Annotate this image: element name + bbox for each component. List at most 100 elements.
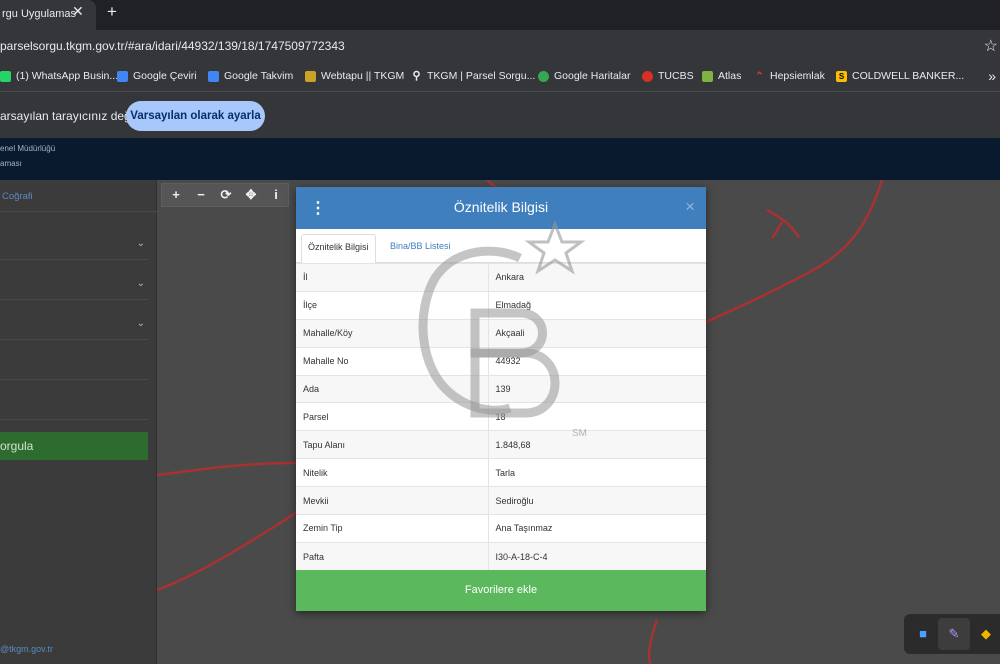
bookmarks-more-icon[interactable]: » (988, 68, 996, 84)
attribute-key: Mahalle No (296, 346, 489, 376)
pen-icon[interactable]: ✎ (944, 624, 964, 644)
bookmark-google-calendar[interactable]: Google Takvim (208, 70, 293, 82)
tab-title: rgu Uygulamas (2, 8, 76, 20)
header-line-1: enel Müdürlüğü (0, 144, 56, 153)
attribute-key: Mahalle/Köy (296, 318, 489, 348)
table-row: Pafta I30-A-18-C-4 (296, 541, 706, 570)
address-bar: parselsorgu.tkgm.gov.tr/#ara/idari/44932… (0, 30, 1000, 64)
google-translate-icon (117, 70, 128, 82)
google-calendar-icon (208, 70, 219, 82)
tray-app-icon[interactable]: ■ (913, 624, 933, 644)
refresh-icon[interactable]: ⟳ (218, 187, 234, 203)
google-maps-icon (538, 70, 549, 82)
bookmark-tkgm-parsel[interactable]: ⚲ TKGM | Parsel Sorgu... (411, 70, 535, 82)
road-line (647, 619, 659, 664)
table-row: Parsel 18 (296, 402, 706, 431)
attribute-key: Tapu Alanı (296, 430, 489, 459)
infobar-message: arsayılan tarayıcınız değil (0, 109, 137, 123)
hepsiemlak-icon: ⌃ (755, 70, 764, 82)
table-row: İl Ankara (296, 263, 706, 292)
attribute-key: Zemin Tip (296, 514, 489, 543)
header-line-2: aması (0, 159, 22, 168)
close-icon[interactable]: × (685, 197, 695, 217)
district-select[interactable]: ⌄ (0, 272, 148, 300)
table-row: Mahalle No 44932 (296, 346, 706, 376)
footer-email: @tkgm.gov.tr (0, 644, 53, 654)
chevron-down-icon: ⌄ (136, 238, 145, 249)
road-line (766, 208, 801, 239)
location-pin-icon: ⚲ (412, 69, 421, 82)
zoom-in-icon[interactable]: + (168, 187, 184, 202)
map-toolbar: + − ⟳ ✥ i (161, 183, 289, 207)
attribute-table-container[interactable]: İl Ankara İlçe Elmadağ Mahalle/Köy Akçaali … (296, 263, 706, 570)
attribute-key: Ada (296, 374, 489, 403)
attribute-key: Nitelik (296, 458, 489, 487)
locate-icon[interactable]: ✥ (243, 187, 259, 203)
attribute-value: 139 (488, 374, 706, 403)
tab-close-icon[interactable]: ✕ (72, 3, 84, 20)
default-browser-infobar: arsayılan tarayıcınız değil Varsayılan o… (0, 92, 1000, 138)
table-row: İlçe Elmadağ (296, 290, 706, 320)
attribute-key: Pafta (296, 541, 489, 570)
bookmark-google-translate[interactable]: Google Çeviri (117, 70, 197, 82)
attribute-key: Mevkii (296, 486, 489, 515)
table-row: Nitelik Tarla (296, 458, 706, 487)
tucbs-icon (642, 70, 653, 82)
attribute-key: İl (296, 263, 489, 292)
dialog-tabs: Öznitelik Bilgisi Bina/BB Listesi (296, 229, 706, 264)
bookmark-whatsapp[interactable]: (1) WhatsApp Busin... (0, 70, 118, 82)
chevron-down-icon: ⌄ (136, 278, 145, 289)
chevron-down-icon: ⌄ (136, 318, 145, 329)
neighborhood-select[interactable]: ⌄ (0, 312, 148, 340)
attribute-dialog: ⋮ Öznitelik Bilgisi × Öznitelik Bilgisi … (296, 187, 706, 611)
block-input[interactable] (0, 352, 148, 380)
atlas-icon (702, 70, 713, 82)
zoom-out-icon[interactable]: − (193, 187, 209, 202)
table-row: Mahalle/Köy Akçaali (296, 318, 706, 348)
attribute-key: İlçe (296, 290, 489, 320)
tab-building-list[interactable]: Bina/BB Listesi (384, 235, 457, 263)
new-tab-button[interactable]: + (103, 2, 121, 22)
add-favorites-button[interactable]: Favorilere ekle (296, 570, 706, 611)
set-default-button[interactable]: Varsayılan olarak ayarla (126, 101, 265, 131)
bookmark-hepsiemlak[interactable]: ⌃ Hepsiemlak (754, 70, 825, 82)
shield-icon[interactable]: ◆ (976, 624, 996, 644)
bookmarks-bar: (1) WhatsApp Busin... Google Çeviri Goog… (0, 64, 1000, 92)
attribute-value: 1.848,68 (488, 430, 706, 459)
whatsapp-icon (0, 70, 11, 82)
tab-attribute-info[interactable]: Öznitelik Bilgisi (301, 234, 376, 264)
sidebar: Coğrafi ⌄ ⌄ ⌄ orgula @tkgm.gov.tr (0, 180, 157, 664)
query-button[interactable]: orgula (0, 432, 148, 460)
info-icon[interactable]: i (268, 187, 284, 202)
table-row: Ada 139 (296, 374, 706, 403)
bookmark-coldwell-banker[interactable]: S COLDWELL BANKER... (836, 70, 964, 82)
bookmark-star-icon[interactable]: ☆ (984, 36, 998, 56)
webtapu-icon (305, 70, 316, 82)
attribute-key: Parsel (296, 402, 489, 431)
attribute-value: 44932 (488, 346, 706, 376)
dialog-title: Öznitelik Bilgisi (453, 199, 549, 215)
attribute-value: I30-A-18-C-4 (488, 541, 706, 570)
bookmark-google-maps[interactable]: Google Haritalar (538, 70, 630, 82)
bookmark-tucbs[interactable]: TUCBS (642, 70, 694, 82)
bookmark-webtapu[interactable]: Webtapu || TKGM (305, 70, 404, 82)
attribute-value: Akçaali (488, 318, 706, 348)
attribute-value: Ana Taşınmaz (488, 514, 706, 543)
attribute-value: Ankara (488, 263, 706, 292)
taskbar-tray: ■ ✎ ◆ (904, 614, 1000, 654)
coldwell-banker-icon: S (836, 70, 847, 82)
attribute-table: İl Ankara İlçe Elmadağ Mahalle/Köy Akçaali … (296, 263, 706, 570)
parcel-input[interactable] (0, 392, 148, 420)
road-line (705, 180, 884, 324)
tab-strip: rgu Uygulamas ✕ + (0, 0, 1000, 30)
table-row: Tapu Alanı 1.848,68 (296, 430, 706, 459)
bookmark-atlas[interactable]: Atlas (702, 70, 741, 82)
road-line (771, 221, 784, 239)
attribute-value: Elmadağ (488, 290, 706, 320)
sidebar-tab-cografi[interactable]: Coğrafi (0, 180, 157, 212)
url-field[interactable]: parselsorgu.tkgm.gov.tr/#ara/idari/44932… (0, 39, 345, 53)
site-header: enel Müdürlüğü aması (0, 138, 1000, 180)
table-row: Zemin Tip Ana Taşınmaz (296, 514, 706, 543)
province-select[interactable]: ⌄ (0, 232, 148, 260)
attribute-value: Sediroğlu (488, 486, 706, 515)
